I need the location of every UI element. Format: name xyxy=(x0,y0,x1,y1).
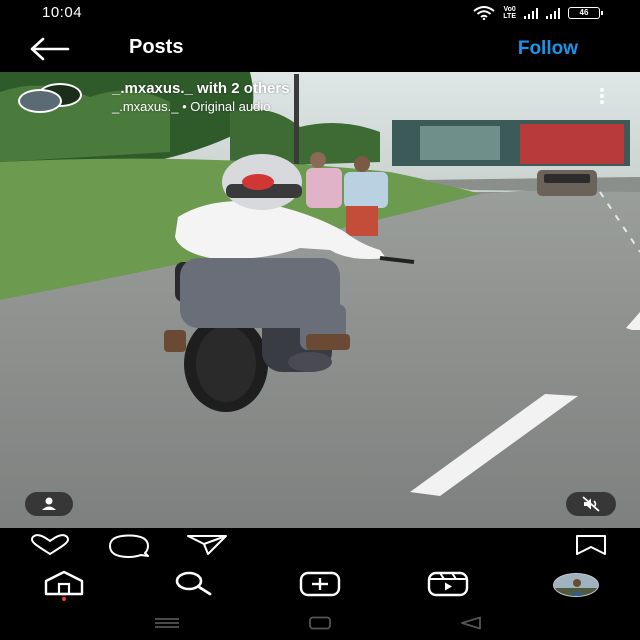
speaker-muted-icon xyxy=(582,496,600,512)
volte-top: Vo0 xyxy=(503,6,516,13)
more-options-button[interactable] xyxy=(598,88,606,106)
video-frame xyxy=(0,72,640,528)
system-back-button[interactable] xyxy=(459,616,483,635)
nav-new-post[interactable] xyxy=(298,570,342,603)
nav-home[interactable] xyxy=(42,570,86,607)
nav-reels[interactable] xyxy=(426,570,470,603)
bottom-nav xyxy=(0,566,640,606)
paper-plane-icon xyxy=(187,535,227,555)
status-icons: Vo0 LTE 46 xyxy=(473,5,603,21)
bookmark-icon xyxy=(576,535,606,555)
home-square-icon xyxy=(309,616,331,630)
nav-profile[interactable] xyxy=(553,573,599,597)
system-home-button[interactable] xyxy=(308,616,332,635)
arrow-left-icon xyxy=(30,37,70,61)
person-tag-icon xyxy=(42,497,56,510)
battery-icon: 46 xyxy=(568,7,603,19)
status-bar: 10:04 Vo0 LTE 46 xyxy=(0,0,640,26)
vertical-ellipsis-icon xyxy=(598,88,606,104)
back-triangle-icon xyxy=(461,616,481,630)
wifi-icon xyxy=(473,6,495,20)
post-actions xyxy=(0,528,640,564)
reels-icon xyxy=(427,571,469,597)
post-username[interactable]: _.mxaxus._ with 2 others xyxy=(112,80,290,97)
heart-icon xyxy=(31,534,69,555)
home-icon xyxy=(44,570,84,601)
post-header: _.mxaxus._ with 2 others _.mxaxus._ • Or… xyxy=(16,78,640,118)
page-title: Posts xyxy=(129,36,184,58)
search-icon xyxy=(175,571,212,596)
post-video[interactable]: _.mxaxus._ with 2 others _.mxaxus._ • Or… xyxy=(0,72,640,528)
comment-icon xyxy=(109,534,149,558)
post-avatars[interactable] xyxy=(18,83,82,113)
profile-avatar xyxy=(554,574,598,596)
volte-indicator: Vo0 LTE xyxy=(503,6,516,20)
status-time: 10:04 xyxy=(42,4,83,21)
new-post-icon xyxy=(299,571,341,597)
save-button[interactable] xyxy=(574,534,608,561)
header: Posts Follow xyxy=(0,26,640,72)
mute-button[interactable] xyxy=(566,492,616,516)
post-audio[interactable]: _.mxaxus._ • Original audio xyxy=(112,99,270,114)
tagged-people-button[interactable] xyxy=(25,492,73,516)
follow-button[interactable]: Follow xyxy=(518,38,578,60)
like-button[interactable] xyxy=(29,534,71,561)
comment-button[interactable] xyxy=(107,534,151,563)
avatar xyxy=(18,89,62,113)
nav-search[interactable] xyxy=(170,570,214,603)
battery-level: 46 xyxy=(579,8,589,17)
share-button[interactable] xyxy=(186,534,228,561)
back-button[interactable] xyxy=(28,36,72,62)
signal-icon-1 xyxy=(524,7,538,19)
signal-icon-2 xyxy=(546,7,560,19)
notification-dot xyxy=(62,597,66,601)
volte-bottom: LTE xyxy=(503,13,516,20)
recents-button[interactable] xyxy=(153,616,181,635)
recents-icon xyxy=(155,618,179,628)
system-nav-bar xyxy=(0,608,640,640)
